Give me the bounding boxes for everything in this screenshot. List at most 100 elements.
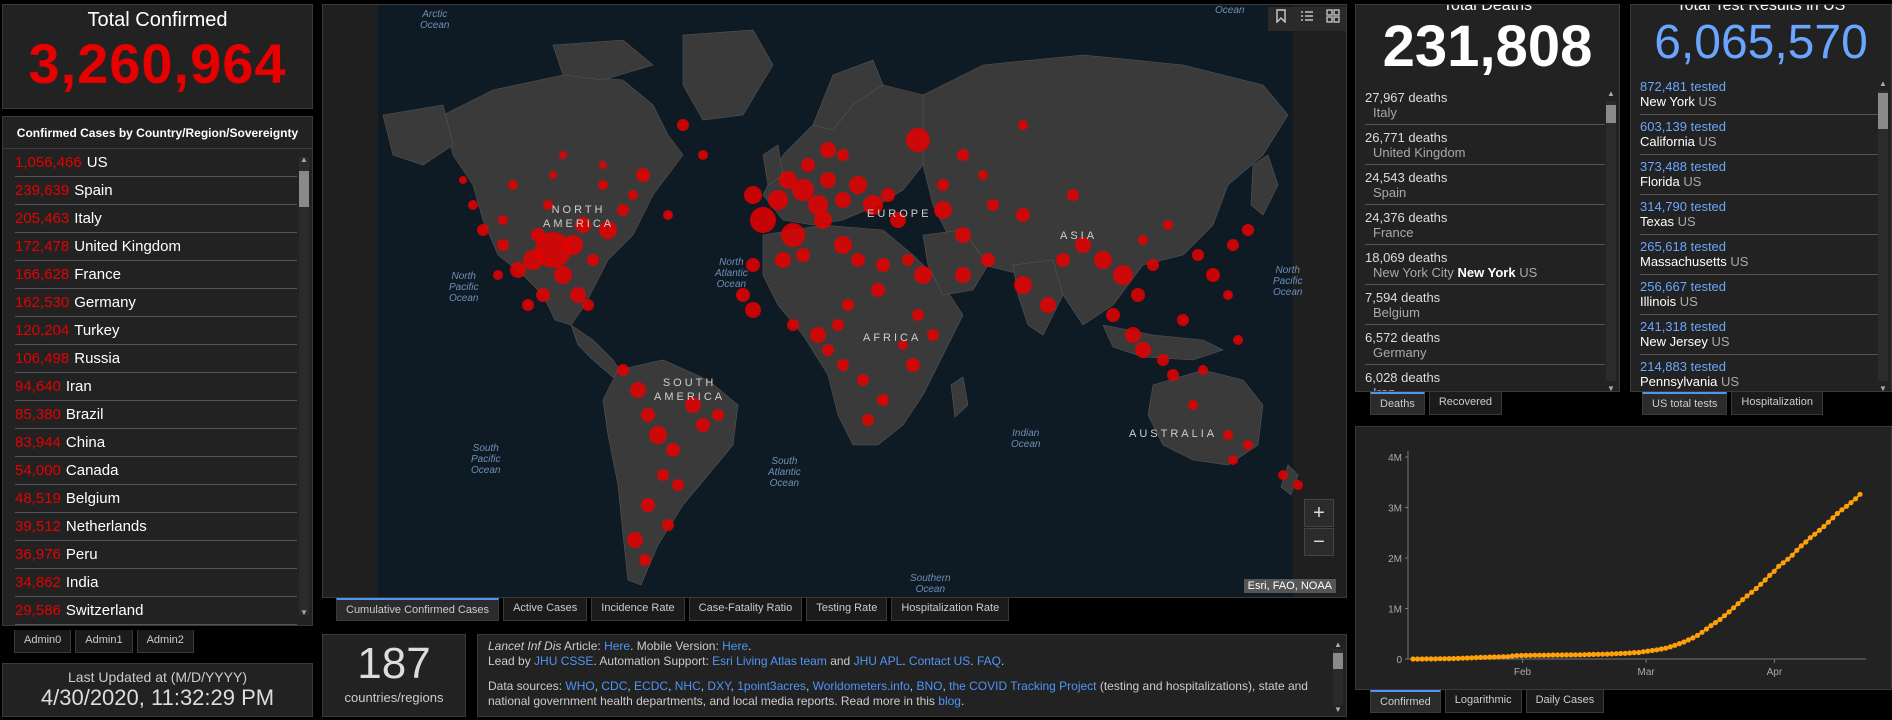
data-point[interactable] <box>1640 649 1646 655</box>
case-bubble[interactable] <box>563 235 583 255</box>
case-bubble[interactable] <box>666 443 680 457</box>
data-point[interactable] <box>1785 556 1791 562</box>
data-point[interactable] <box>1852 496 1859 502</box>
data-point[interactable] <box>1428 656 1434 662</box>
data-point[interactable] <box>1442 656 1448 662</box>
data-point[interactable] <box>1437 656 1443 662</box>
case-bubble[interactable] <box>906 128 930 152</box>
tab-hospitalization[interactable]: Hospitalization <box>1731 392 1823 415</box>
data-point[interactable] <box>1812 531 1818 537</box>
case-bubble[interactable] <box>1131 288 1145 302</box>
list-item[interactable]: 314,790 tested Texas US <box>1640 195 1878 235</box>
map-panel[interactable]: Arctic Ocean Ocean North Pacific Ocean N… <box>322 4 1347 598</box>
case-bubble[interactable] <box>1223 430 1233 440</box>
article-link[interactable]: Here <box>604 639 630 653</box>
data-point[interactable] <box>1622 650 1628 656</box>
list-item[interactable]: 241,318 tested New Jersey US <box>1640 315 1878 355</box>
case-bubble[interactable] <box>1188 400 1198 410</box>
case-bubble[interactable] <box>549 171 557 179</box>
data-point[interactable] <box>1672 642 1678 648</box>
data-source-link[interactable]: BNO <box>916 679 942 693</box>
scrollbar-thumb[interactable] <box>1878 93 1888 129</box>
data-point[interactable] <box>1762 577 1768 583</box>
case-bubble[interactable] <box>1147 259 1159 271</box>
case-bubble[interactable] <box>672 479 684 491</box>
data-point[interactable] <box>1740 597 1746 603</box>
case-bubble[interactable] <box>649 426 667 444</box>
case-bubble[interactable] <box>1278 470 1288 480</box>
case-bubble[interactable] <box>468 200 478 210</box>
data-point[interactable] <box>1433 656 1439 662</box>
case-bubble[interactable] <box>477 224 489 236</box>
data-point[interactable] <box>1545 652 1552 658</box>
data-point[interactable] <box>1794 547 1800 553</box>
case-bubble[interactable] <box>835 192 851 208</box>
case-bubble[interactable] <box>906 358 920 372</box>
data-point[interactable] <box>1685 637 1691 643</box>
data-point[interactable] <box>1816 527 1822 533</box>
scroll-up-icon[interactable]: ▲ <box>1334 637 1342 652</box>
case-bubble[interactable] <box>1135 342 1151 358</box>
case-bubble[interactable] <box>842 299 854 311</box>
data-point[interactable] <box>1577 652 1583 658</box>
data-point[interactable] <box>1690 635 1696 641</box>
case-bubble[interactable] <box>1233 335 1243 345</box>
case-bubble[interactable] <box>914 266 932 284</box>
case-bubble[interactable] <box>851 253 865 267</box>
case-bubble[interactable] <box>636 168 650 182</box>
case-bubble[interactable] <box>881 188 895 202</box>
zoom-out-button[interactable]: − <box>1304 528 1334 556</box>
data-point[interactable] <box>1780 560 1786 566</box>
data-point[interactable] <box>1478 654 1484 660</box>
data-point[interactable] <box>1699 629 1705 635</box>
data-point[interactable] <box>1523 652 1529 658</box>
case-bubble[interactable] <box>746 258 760 272</box>
data-point[interactable] <box>1541 652 1547 658</box>
data-point[interactable] <box>1767 572 1773 578</box>
case-bubble[interactable] <box>628 190 638 200</box>
tab-incidence-rate[interactable]: Incidence Rate <box>591 598 685 621</box>
scroll-up-icon[interactable]: ▲ <box>1879 79 1887 88</box>
case-bubble[interactable] <box>587 254 599 266</box>
data-point[interactable] <box>1744 593 1750 599</box>
data-point[interactable] <box>1554 652 1561 658</box>
list-item[interactable]: 34,862 India <box>15 569 297 597</box>
case-bubble[interactable] <box>599 161 607 169</box>
data-point[interactable] <box>1482 654 1488 660</box>
list-item[interactable]: 27,967 deaths Italy <box>1365 85 1605 125</box>
data-point[interactable] <box>1649 647 1655 654</box>
tab-active-cases[interactable]: Active Cases <box>503 598 588 621</box>
case-bubble[interactable] <box>987 199 999 211</box>
case-bubble[interactable] <box>1125 327 1141 343</box>
case-bubble[interactable] <box>768 190 788 210</box>
list-icon[interactable] <box>1294 7 1320 31</box>
tab-us-total-tests[interactable]: US total tests <box>1642 392 1728 415</box>
data-point[interactable] <box>1423 656 1430 662</box>
data-point[interactable] <box>1676 641 1682 647</box>
case-bubble[interactable] <box>744 186 762 204</box>
case-bubble[interactable] <box>696 418 710 432</box>
case-bubble[interactable] <box>955 267 971 283</box>
case-bubble[interactable] <box>657 469 669 481</box>
case-bubble[interactable] <box>927 329 939 341</box>
case-bubble[interactable] <box>1106 308 1120 322</box>
data-point[interactable] <box>1645 648 1651 654</box>
list-item[interactable]: 24,543 deaths Spain <box>1365 165 1605 205</box>
case-bubble[interactable] <box>1223 290 1233 300</box>
data-point[interactable] <box>1582 652 1588 658</box>
data-source-link[interactable]: Worldometers.info <box>813 679 910 693</box>
data-point[interactable] <box>1414 656 1421 662</box>
data-point[interactable] <box>1613 651 1619 657</box>
data-point[interactable] <box>1663 645 1669 651</box>
zoom-in-button[interactable]: + <box>1304 499 1334 527</box>
data-point[interactable] <box>1789 552 1795 558</box>
country-list-scrollbar[interactable]: ▲ ▼ <box>299 155 309 617</box>
case-bubble[interactable] <box>1167 369 1179 381</box>
scrollbar-thumb[interactable] <box>299 171 309 207</box>
scroll-down-icon[interactable]: ▼ <box>300 608 308 617</box>
data-point[interactable] <box>1839 507 1845 513</box>
data-source-link[interactable]: the COVID Tracking Project <box>949 679 1096 693</box>
case-bubble[interactable] <box>1113 265 1133 285</box>
case-bubble[interactable] <box>871 283 885 297</box>
data-point[interactable] <box>1410 656 1416 662</box>
